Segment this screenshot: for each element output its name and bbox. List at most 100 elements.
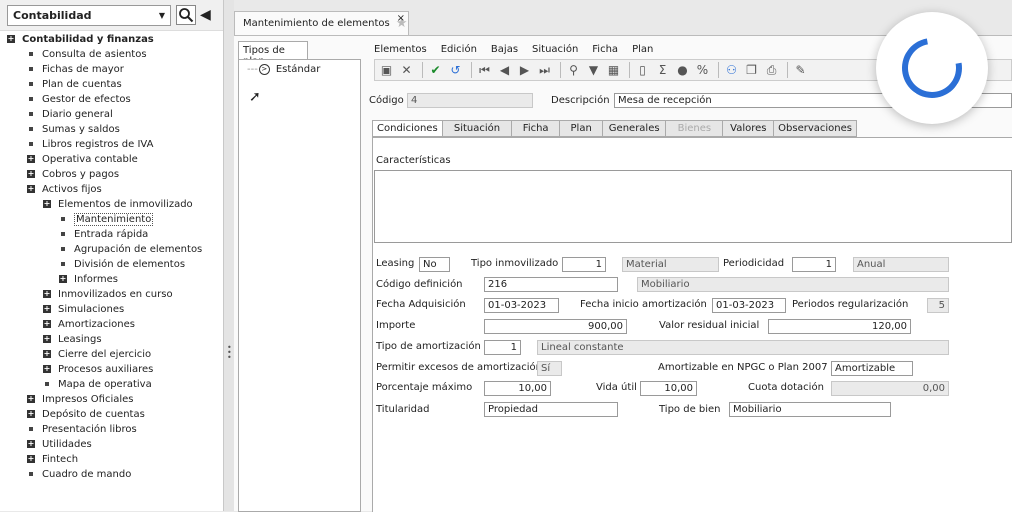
previous-icon[interactable]: ◀ (496, 62, 513, 79)
tree-item-inmovilizados-en-curso[interactable]: + Inmovilizados en curso (43, 287, 173, 301)
accept-icon[interactable]: ✔ (427, 62, 444, 79)
tab-situacion[interactable]: Situación (442, 120, 513, 137)
edit-icon[interactable]: ✎ (792, 62, 809, 79)
tab-ficha[interactable]: Ficha (512, 120, 561, 137)
cuota-dotacion-field[interactable]: 0,00 (831, 381, 949, 396)
tree-item-cuadro-de-mando[interactable]: Cuadro de mando (27, 467, 131, 481)
tab-plan[interactable]: Plan (560, 120, 604, 137)
tree-item-informes[interactable]: + Informes (59, 272, 118, 286)
document-tab[interactable]: Mantenimiento de elementos ★ × (234, 11, 409, 35)
tree-item-division-de-elementos[interactable]: División de elementos (59, 257, 185, 271)
expand-icon[interactable]: + (27, 395, 35, 403)
grid-icon[interactable]: ▦ (605, 62, 622, 79)
tree-item-fichas-de-mayor[interactable]: Fichas de mayor (27, 62, 124, 76)
delete-icon[interactable]: ✕ (398, 62, 415, 79)
menu-situacion[interactable]: Situación (532, 44, 578, 55)
new-icon[interactable]: ▣ (378, 62, 395, 79)
expand-icon[interactable]: + (43, 320, 51, 328)
search-button[interactable] (176, 5, 196, 25)
tipo-inmovilizado-field[interactable]: 1 (562, 257, 606, 272)
tree-item-diario-general[interactable]: Diario general (27, 107, 113, 121)
permitir-excesos-field[interactable]: Sí (537, 361, 562, 376)
expand-icon[interactable]: + (27, 440, 35, 448)
tree-item-consulta-de-asientos[interactable]: Consulta de asientos (27, 47, 147, 61)
tree-item-procesos-auxiliares[interactable]: + Procesos auxiliares (43, 362, 153, 376)
collapse-panel-button[interactable]: ◀ (200, 5, 211, 25)
tree-item-gestor-de-efectos[interactable]: Gestor de efectos (27, 92, 131, 106)
expand-icon[interactable]: + (43, 290, 51, 298)
titularidad-field[interactable]: Propiedad (484, 402, 618, 417)
tree-item-fintech[interactable]: + Fintech (27, 452, 78, 466)
tree-icon[interactable]: ⚇ (723, 62, 740, 79)
export-icon[interactable]: ⎙ (763, 62, 780, 79)
tree-item-mapa-de-operativa[interactable]: Mapa de operativa (43, 377, 152, 391)
tree-item-mantenimiento[interactable]: Mantenimiento (59, 212, 154, 226)
expand-icon[interactable]: + (59, 275, 67, 283)
caracteristicas-textarea[interactable] (374, 170, 1012, 243)
expand-icon[interactable]: + (43, 335, 51, 343)
expand-icon[interactable]: + (7, 35, 15, 43)
plan-types-header[interactable]: Tipos de plan (238, 41, 308, 67)
tree-item-sumas-y-saldos[interactable]: Sumas y saldos (27, 122, 120, 136)
filter-icon[interactable]: ▼ (585, 62, 602, 79)
plan-item-estandar[interactable]: --- > Estándar (247, 64, 320, 75)
tab-generales[interactable]: Generales (603, 120, 667, 137)
tree-item-amortizaciones[interactable]: + Amortizaciones (43, 317, 135, 331)
next-icon[interactable]: ▶ (516, 62, 533, 79)
expand-icon[interactable]: + (43, 305, 51, 313)
fecha-adquisicion-field[interactable]: 01-03-2023 (484, 298, 559, 313)
close-tab-button[interactable]: × (397, 13, 405, 24)
tree-item-agrupacion-de-elementos[interactable]: Agrupación de elementos (59, 242, 202, 256)
tree-item-elementos-de-inmovilizado[interactable]: + Elementos de inmovilizado (43, 197, 193, 211)
periodicidad-field[interactable]: 1 (792, 257, 836, 272)
tipo-amortizacion-field[interactable]: 1 (484, 340, 521, 355)
menu-ficha[interactable]: Ficha (592, 44, 618, 55)
amortizable-npgc-field[interactable]: Amortizable (831, 361, 913, 376)
panel-splitter[interactable]: • • • (224, 0, 234, 511)
expand-icon[interactable]: + (27, 410, 35, 418)
expand-icon[interactable]: + (27, 155, 35, 163)
tree-item-libros-registros-de-iva[interactable]: Libros registros de IVA (27, 137, 153, 151)
valor-residual-field[interactable]: 120,00 (768, 319, 911, 334)
copy-icon[interactable]: ❐ (743, 62, 760, 79)
expand-icon[interactable]: + (43, 350, 51, 358)
leasing-field[interactable]: No (419, 257, 450, 272)
expand-icon[interactable]: + (43, 200, 51, 208)
tab-condiciones[interactable]: Condiciones (372, 120, 443, 137)
tree-item-activos-fijos[interactable]: + Activos fijos (27, 182, 102, 196)
expand-icon[interactable]: + (43, 365, 51, 373)
document-icon[interactable]: ▯ (634, 62, 651, 79)
vida-util-field[interactable]: 10,00 (640, 381, 697, 396)
expand-icon[interactable]: + (27, 170, 35, 178)
first-icon[interactable]: ⏮ (476, 62, 493, 79)
last-icon[interactable]: ⏭ (536, 62, 553, 79)
tab-valores[interactable]: Valores (723, 120, 775, 137)
fecha-inicio-amortizacion-field[interactable]: 01-03-2023 (712, 298, 786, 313)
tree-item-leasings[interactable]: + Leasings (43, 332, 102, 346)
importe-field[interactable]: 900,00 (484, 319, 627, 334)
tree-item-impresos-oficiales[interactable]: + Impresos Oficiales (27, 392, 134, 406)
tree-item-utilidades[interactable]: + Utilidades (27, 437, 92, 451)
tab-observaciones[interactable]: Observaciones (774, 120, 857, 137)
periodos-regularizacion-field[interactable]: 5 (927, 298, 949, 313)
codigo-definicion-field[interactable]: 216 (484, 277, 618, 292)
menu-bajas[interactable]: Bajas (491, 44, 518, 55)
tree-item-plan-de-cuentas[interactable]: Plan de cuentas (27, 77, 122, 91)
tree-item-operativa-contable[interactable]: + Operativa contable (27, 152, 138, 166)
expand-icon[interactable]: + (27, 455, 35, 463)
menu-plan[interactable]: Plan (632, 44, 653, 55)
sum-icon[interactable]: Σ (654, 62, 671, 79)
search-icon[interactable]: ⚲ (565, 62, 582, 79)
undo-icon[interactable]: ↺ (447, 62, 464, 79)
percent-icon[interactable]: % (694, 62, 711, 79)
menu-elementos[interactable]: Elementos (374, 44, 427, 55)
tree-item-contabilidad-y-finanzas[interactable]: + Contabilidad y finanzas (7, 32, 154, 46)
tipo-bien-field[interactable]: Mobiliario (729, 402, 891, 417)
tree-item-cierre-del-ejercicio[interactable]: + Cierre del ejercicio (43, 347, 151, 361)
tree-item-deposito-de-cuentas[interactable]: + Depósito de cuentas (27, 407, 145, 421)
tree-item-entrada-rapida[interactable]: Entrada rápida (59, 227, 148, 241)
code-field[interactable]: 4 (407, 93, 533, 108)
tree-item-cobros-y-pagos[interactable]: + Cobros y pagos (27, 167, 119, 181)
menu-edicion[interactable]: Edición (441, 44, 477, 55)
record-icon[interactable]: ● (674, 62, 691, 79)
